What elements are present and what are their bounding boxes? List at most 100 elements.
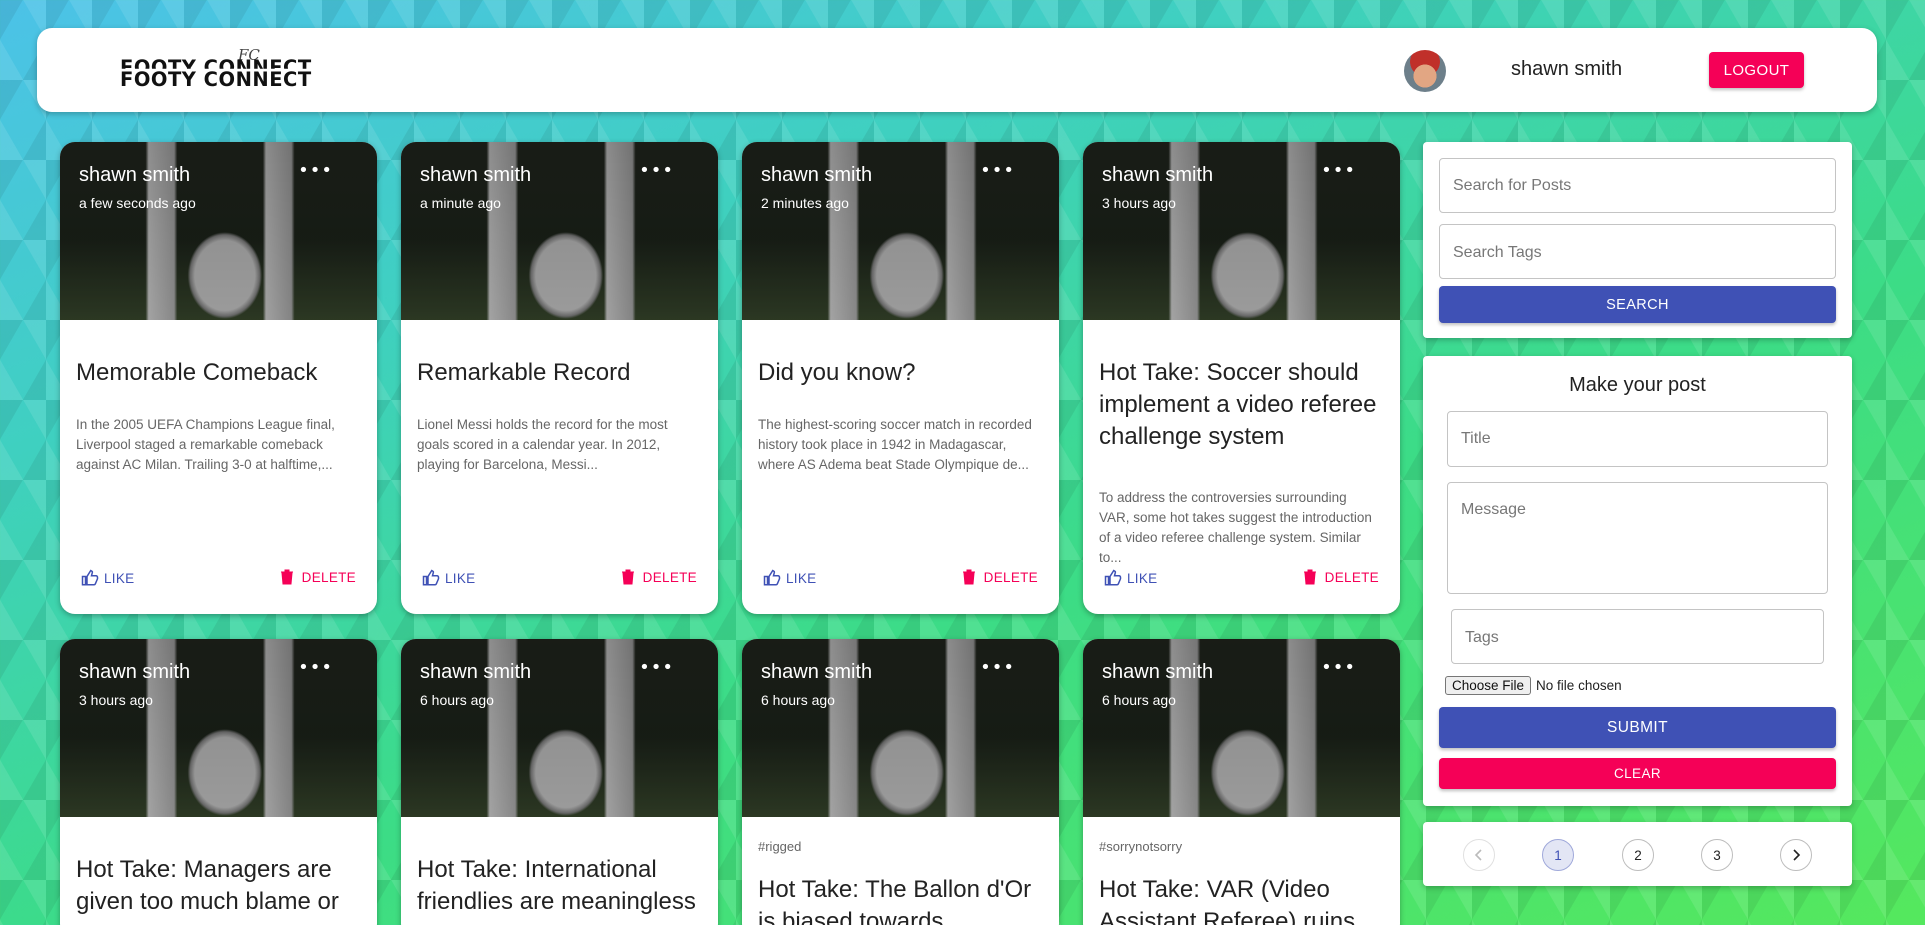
search-posts-placeholder: Search for Posts — [1453, 177, 1572, 194]
search-posts-input[interactable]: Search for Posts — [1439, 158, 1836, 213]
tags-placeholder: Tags — [1465, 629, 1499, 646]
delete-label: DELETE — [301, 569, 356, 585]
search-panel: Search for Posts Search Tags SEARCH — [1423, 142, 1852, 338]
delete-label: DELETE — [983, 569, 1038, 585]
post-tags: #rigged — [758, 839, 802, 854]
page-button-1[interactable]: 1 — [1542, 839, 1574, 871]
post-title: Remarkable Record — [417, 359, 631, 386]
post-card[interactable]: shawn smith 6 hours ago ••• #rigged Hot Take… — [742, 639, 1059, 925]
avatar — [1404, 50, 1446, 92]
post-author: shawn smith — [79, 164, 191, 186]
like-button[interactable]: LIKE — [80, 569, 134, 587]
post-author: shawn smith — [1102, 164, 1214, 186]
post-author: shawn smith — [420, 661, 532, 683]
post-actions: LIKE DELETE — [401, 569, 718, 599]
post-tags: #sorrynotsorry — [1099, 839, 1183, 854]
like-button[interactable]: LIKE — [421, 569, 475, 587]
delete-button[interactable]: DELETE — [962, 569, 1038, 585]
like-label: LIKE — [445, 570, 476, 586]
logout-button[interactable]: LOGOUT — [1709, 52, 1804, 88]
submit-button[interactable]: SUBMIT — [1439, 707, 1836, 748]
post-time: 6 hours ago — [761, 692, 835, 708]
post-time: a few seconds ago — [79, 195, 196, 211]
form-heading: Make your post — [1569, 374, 1706, 396]
trash-icon — [1303, 569, 1316, 585]
post-author: shawn smith — [761, 164, 873, 186]
trash-icon — [280, 569, 293, 585]
delete-label: DELETE — [1324, 569, 1379, 585]
post-media: shawn smith 6 hours ago ••• — [1083, 639, 1400, 817]
more-icon[interactable]: ••• — [639, 659, 674, 677]
post-card[interactable]: shawn smith 3 hours ago ••• Hot Take: Manag… — [60, 639, 377, 925]
post-time: 2 minutes ago — [761, 195, 849, 211]
app-header: FC FOOTY CONNECT FOOTY CONNECT shawn smi… — [37, 28, 1877, 112]
more-icon[interactable]: ••• — [298, 162, 333, 180]
post-media: shawn smith 3 hours ago ••• — [60, 639, 377, 817]
more-icon[interactable]: ••• — [298, 659, 333, 677]
post-media: shawn smith 6 hours ago ••• — [742, 639, 1059, 817]
post-media: shawn smith 2 minutes ago ••• — [742, 142, 1059, 320]
post-message: The highest-scoring soccer match in reco… — [758, 417, 1032, 472]
footy-connect-logo[interactable]: FC FOOTY CONNECT FOOTY CONNECT — [120, 46, 340, 96]
post-message: In the 2005 UEFA Champions League final,… — [76, 417, 335, 472]
next-page-button[interactable] — [1780, 839, 1812, 871]
more-icon[interactable]: ••• — [980, 659, 1015, 677]
make-post-panel: Make your post Title Message Tags Choose… — [1423, 356, 1852, 806]
thumb-up-icon — [1104, 569, 1122, 586]
title-input[interactable]: Title — [1447, 411, 1828, 467]
delete-label: DELETE — [642, 569, 697, 585]
post-author: shawn smith — [420, 164, 532, 186]
page-button-2[interactable]: 2 — [1622, 839, 1654, 871]
choose-file-button[interactable]: Choose File — [1445, 676, 1532, 695]
post-title: Hot Take: Soccer should implement a vide… — [1099, 359, 1377, 450]
post-time: 6 hours ago — [420, 692, 494, 708]
thumb-up-icon — [763, 569, 781, 586]
post-time: 3 hours ago — [1102, 195, 1176, 211]
post-author: shawn smith — [761, 661, 873, 683]
search-button[interactable]: SEARCH — [1439, 286, 1836, 323]
more-icon[interactable]: ••• — [1321, 162, 1356, 180]
tags-input[interactable]: Tags — [1451, 609, 1824, 664]
more-icon[interactable]: ••• — [980, 162, 1015, 180]
post-media: shawn smith 6 hours ago ••• — [401, 639, 718, 817]
post-media: shawn smith a few seconds ago ••• — [60, 142, 377, 320]
post-title: Did you know? — [758, 359, 916, 386]
like-label: LIKE — [104, 570, 135, 586]
like-button[interactable]: LIKE — [1103, 569, 1157, 587]
file-upload-row: Choose File No file chosen — [1445, 676, 1622, 695]
like-button[interactable]: LIKE — [762, 569, 816, 587]
user-name: shawn smith — [1511, 58, 1623, 80]
search-tags-input[interactable]: Search Tags — [1439, 224, 1836, 279]
post-card[interactable]: shawn smith a minute ago ••• Remarkable Rec… — [401, 142, 718, 614]
more-icon[interactable]: ••• — [639, 162, 674, 180]
message-textarea[interactable]: Message — [1447, 482, 1828, 594]
clear-button[interactable]: CLEAR — [1439, 758, 1836, 789]
post-message: To address the controversies surrounding… — [1099, 490, 1372, 565]
post-card[interactable]: shawn smith a few seconds ago ••• Memorable… — [60, 142, 377, 614]
post-card[interactable]: shawn smith 6 hours ago ••• #sorrynotsorry H… — [1083, 639, 1400, 925]
delete-button[interactable]: DELETE — [1303, 569, 1379, 585]
pagination-panel: 1 2 3 — [1423, 822, 1852, 886]
delete-button[interactable]: DELETE — [280, 569, 356, 585]
post-card[interactable]: shawn smith 2 minutes ago ••• Did you know?… — [742, 142, 1059, 614]
page-button-3[interactable]: 3 — [1701, 839, 1733, 871]
thumb-up-icon — [422, 569, 440, 586]
like-label: LIKE — [786, 570, 817, 586]
post-author: shawn smith — [79, 661, 191, 683]
post-card[interactable]: shawn smith 6 hours ago ••• Hot Take: Inter… — [401, 639, 718, 925]
post-actions: LIKE DELETE — [742, 569, 1059, 599]
post-title: Hot Take: Managers are given too much bl… — [76, 856, 339, 915]
thumb-up-icon — [81, 569, 99, 586]
post-media: shawn smith a minute ago ••• — [401, 142, 718, 320]
file-status: No file chosen — [1536, 678, 1622, 693]
chevron-left-icon — [1474, 849, 1482, 861]
prev-page-button[interactable] — [1463, 839, 1495, 871]
more-icon[interactable]: ••• — [1321, 659, 1356, 677]
post-title: Memorable Comeback — [76, 359, 318, 386]
post-card[interactable]: shawn smith 3 hours ago ••• Hot Take: Socce… — [1083, 142, 1400, 614]
delete-button[interactable]: DELETE — [621, 569, 697, 585]
post-author: shawn smith — [1102, 661, 1214, 683]
logo-text: FOOTY CONNECT — [120, 68, 312, 91]
post-title: Hot Take: VAR (Video Assistant Referee) … — [1099, 876, 1356, 925]
post-media: shawn smith 3 hours ago ••• — [1083, 142, 1400, 320]
